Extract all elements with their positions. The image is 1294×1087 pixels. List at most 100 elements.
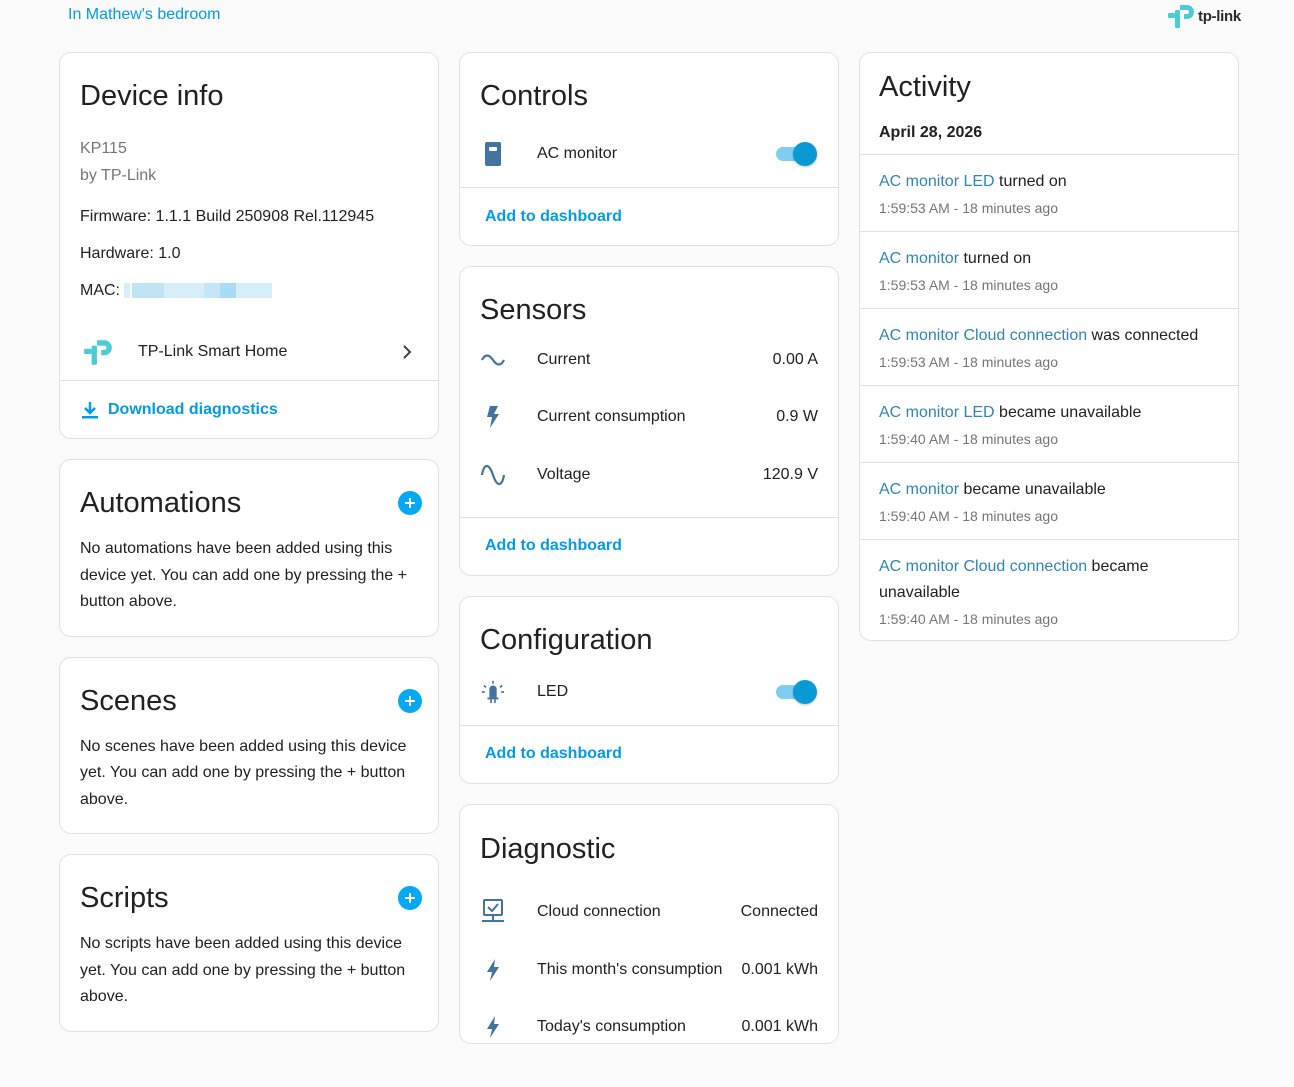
firmware-version: Firmware: 1.1.1 Build 250908 Rel.112945 (80, 208, 375, 225)
entity-name: Voltage (537, 465, 591, 483)
automations-empty-text: No automations have been added using thi… (80, 540, 407, 610)
entity-value: 0.00 A (772, 350, 818, 368)
activity-action: was connected (1087, 327, 1199, 344)
entity-name: Cloud connection (537, 903, 661, 921)
controls-card: Controls AC monitor Add to dashboard (459, 52, 839, 246)
activity-item: AC monitor Cloud connection was connecte… (860, 308, 1238, 385)
top-bar: In Mathew's bedroom tp-link (0, 0, 1294, 40)
activity-card: Activity April 28, 2026 AC monitor LED t… (859, 52, 1239, 641)
entity-row-cloud-connection[interactable]: Cloud connection Connected (460, 884, 838, 942)
mac-redacted (124, 283, 273, 299)
entity-value: 0.001 kWh (741, 960, 818, 978)
entity-name: AC monitor (537, 145, 618, 162)
led-toggle[interactable] (774, 679, 818, 704)
entity-row-ac-monitor[interactable]: AC monitor (460, 121, 838, 187)
add-automation-button[interactable] (398, 491, 422, 515)
tp-link-logo-icon (1168, 5, 1194, 28)
mac-label: MAC: (80, 282, 120, 299)
tp-link-integration-icon (84, 340, 112, 365)
entity-name: Today's consumption (537, 1018, 686, 1036)
brand-name: tp-link (1198, 7, 1241, 25)
add-to-dashboard-button[interactable]: Add to dashboard (460, 188, 838, 245)
power-socket-icon (481, 142, 505, 166)
flash-icon (481, 405, 505, 429)
download-icon (82, 401, 98, 418)
diagnostic-title: Diagnostic (480, 832, 616, 865)
entity-row-led[interactable]: LED (460, 659, 838, 725)
configuration-card: Configuration LED Add to dashboard (459, 595, 839, 784)
activity-item: AC monitor turned on 1:59:53 AM - 18 min… (860, 231, 1238, 308)
plus-icon (405, 695, 415, 706)
automations-card: Automations No automations have been add… (59, 459, 439, 637)
activity-entity-link[interactable]: AC monitor Cloud connection (879, 327, 1087, 344)
add-to-dashboard-button[interactable]: Add to dashboard (460, 518, 838, 575)
add-to-dashboard-button[interactable]: Add to dashboard (460, 726, 838, 783)
flash-icon (481, 1015, 505, 1039)
download-diagnostics-label: Download diagnostics (108, 400, 278, 418)
device-manufacturer: by TP-Link (80, 167, 157, 184)
entity-value: 120.9 V (762, 465, 818, 483)
activity-time: 1:59:53 AM - 18 minutes ago (879, 200, 1058, 216)
integration-link[interactable]: TP-Link Smart Home (60, 324, 438, 380)
current-ac-icon (481, 348, 505, 372)
scripts-card: Scripts No scripts have been added using… (59, 854, 439, 1032)
activity-title: Activity (879, 71, 971, 103)
device-info-title: Device info (80, 80, 224, 112)
entity-name: Current consumption (537, 408, 686, 426)
entity-value: Connected (740, 903, 818, 921)
brand-logo: tp-link (1166, 2, 1241, 30)
activity-entity-link[interactable]: AC monitor Cloud connection (879, 558, 1087, 575)
entity-row-voltage[interactable]: Voltage 120.9 V (460, 446, 838, 504)
automations-title: Automations (80, 487, 242, 519)
plus-icon (405, 893, 415, 903)
activity-entity-link[interactable]: AC monitor (879, 481, 959, 498)
area-link[interactable]: In Mathew's bedroom (68, 6, 220, 24)
plus-icon (405, 498, 415, 508)
activity-item: AC monitor became unavailable 1:59:40 AM… (860, 462, 1238, 539)
activity-action: became unavailable (959, 481, 1106, 498)
scenes-card: Scenes No scenes have been added using t… (59, 656, 439, 834)
integration-name: TP-Link Smart Home (138, 343, 288, 360)
entity-row-today-consumption[interactable]: Today's consumption 0.001 kWh (460, 999, 838, 1043)
ac-monitor-toggle[interactable] (774, 142, 818, 166)
entity-row-current-consumption[interactable]: Current consumption 0.9 W (460, 389, 838, 447)
activity-item: AC monitor LED turned on 1:59:53 AM - 18… (860, 154, 1238, 231)
device-info-card: Device info KP115 by TP-Link Firmware: 1… (59, 52, 439, 439)
hardware-version: Hardware: 1.0 (80, 245, 181, 262)
diagnostic-card: Diagnostic Cloud connection Connected Th… (459, 803, 839, 1044)
entity-name: This month's consumption (537, 960, 723, 978)
activity-item: AC monitor LED became unavailable 1:59:4… (860, 385, 1238, 462)
activity-time: 1:59:40 AM - 18 minutes ago (879, 508, 1058, 524)
sensors-title: Sensors (480, 294, 587, 326)
activity-entity-link[interactable]: AC monitor LED (879, 404, 995, 421)
activity-entity-link[interactable]: AC monitor LED (879, 173, 995, 190)
download-diagnostics-button[interactable]: Download diagnostics (60, 381, 438, 438)
entity-name: Current (537, 350, 591, 368)
scenes-title: Scenes (80, 684, 177, 717)
activity-time: 1:59:40 AM - 18 minutes ago (879, 611, 1058, 627)
scenes-empty-text: No scenes have been added using this dev… (80, 737, 407, 808)
activity-entity-link[interactable]: AC monitor (879, 250, 959, 267)
activity-item: AC monitor Cloud connection became unava… (860, 539, 1238, 640)
mac-address: MAC: (60, 281, 438, 301)
device-model: KP115 (80, 140, 127, 157)
scripts-empty-text: No scripts have been added using this de… (80, 935, 406, 1005)
controls-title: Controls (480, 80, 588, 112)
activity-time: 1:59:53 AM - 18 minutes ago (879, 354, 1058, 370)
entity-row-month-consumption[interactable]: This month's consumption 0.001 kWh (460, 941, 838, 999)
add-script-button[interactable] (398, 886, 422, 910)
activity-action: became unavailable (994, 404, 1142, 421)
entity-name: LED (537, 682, 569, 700)
entity-row-current[interactable]: Current 0.00 A (460, 331, 838, 389)
activity-time: 1:59:53 AM - 18 minutes ago (879, 277, 1058, 293)
configuration-title: Configuration (480, 623, 653, 656)
entity-value: 0.001 kWh (741, 1018, 818, 1036)
activity-action: turned on (994, 173, 1067, 190)
activity-time: 1:59:40 AM - 18 minutes ago (879, 431, 1058, 447)
activity-date: April 28, 2026 (879, 124, 983, 141)
chevron-right-icon (403, 345, 412, 359)
entity-value: 0.9 W (776, 408, 818, 426)
flash-icon (481, 958, 505, 982)
cloud-check-icon (481, 899, 505, 924)
add-scene-button[interactable] (398, 688, 422, 713)
